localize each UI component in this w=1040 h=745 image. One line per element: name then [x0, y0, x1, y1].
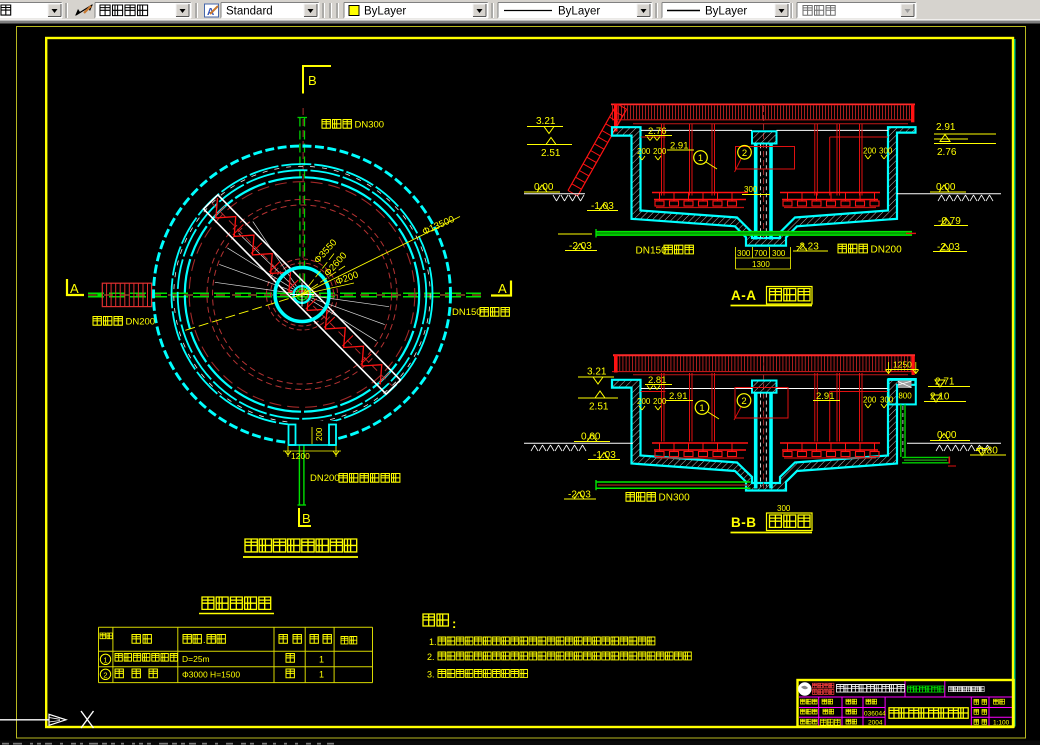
svg-text:300: 300 [737, 249, 751, 258]
svg-text:300: 300 [880, 396, 894, 405]
svg-text:DN200: DN200 [310, 473, 340, 484]
svg-text:A-A: A-A [731, 288, 757, 303]
svg-text:ByLayer: ByLayer [364, 6, 406, 18]
svg-text:200: 200 [315, 427, 324, 441]
svg-text:1: 1 [319, 670, 324, 680]
svg-text:200: 200 [653, 147, 667, 156]
svg-text:200: 200 [637, 147, 651, 156]
svg-text:800: 800 [898, 392, 912, 401]
svg-text:3.21: 3.21 [587, 367, 607, 378]
svg-text:2: 2 [103, 671, 107, 680]
svg-text:2.51: 2.51 [541, 148, 561, 159]
svg-text:Standard: Standard [226, 6, 273, 18]
svg-text:DN150: DN150 [636, 246, 668, 257]
svg-text:DN200: DN200 [126, 317, 156, 328]
svg-text:D=25m: D=25m [182, 654, 210, 664]
svg-text:300: 300 [744, 185, 758, 194]
svg-text:0.00: 0.00 [581, 432, 601, 443]
svg-text:300: 300 [772, 249, 786, 258]
svg-text:2.71: 2.71 [935, 377, 955, 388]
svg-text:.: . [203, 635, 206, 645]
svg-text:036044: 036044 [864, 711, 886, 718]
svg-text:1200: 1200 [291, 451, 310, 461]
svg-text:1300: 1300 [752, 260, 770, 269]
svg-text:1.: 1. [429, 637, 437, 647]
svg-text:3.21: 3.21 [536, 116, 556, 127]
svg-text:DN200: DN200 [871, 244, 903, 255]
svg-text:ByLayer: ByLayer [558, 6, 600, 18]
svg-text:Φ3000 H=1500: Φ3000 H=1500 [182, 670, 240, 680]
svg-text:2.91: 2.91 [936, 122, 956, 133]
svg-text:200: 200 [653, 397, 667, 406]
svg-text:B: B [302, 511, 311, 526]
svg-text:300: 300 [879, 147, 893, 156]
svg-text:B: B [308, 73, 317, 88]
svg-text:1: 1 [103, 656, 107, 665]
svg-text::: : [452, 616, 456, 631]
svg-text:200: 200 [863, 396, 877, 405]
svg-text:300: 300 [777, 504, 791, 513]
svg-text:2.51: 2.51 [589, 402, 609, 413]
svg-text:1:100: 1:100 [993, 720, 1010, 727]
svg-text:2004: 2004 [868, 720, 883, 727]
svg-text:DN150: DN150 [452, 307, 482, 318]
svg-text:200: 200 [637, 397, 651, 406]
svg-text:1: 1 [319, 655, 324, 665]
svg-text:DN300: DN300 [659, 493, 691, 504]
svg-text:A: A [70, 281, 79, 296]
svg-text:A: A [498, 281, 507, 296]
svg-text:2.: 2. [427, 652, 435, 662]
svg-text:DN300: DN300 [355, 120, 385, 131]
svg-text:3.: 3. [427, 670, 435, 680]
svg-text:B-B: B-B [731, 515, 757, 530]
svg-text:ByLayer: ByLayer [705, 6, 747, 18]
svg-text:200: 200 [863, 147, 877, 156]
svg-text:2: 2 [742, 148, 747, 159]
svg-text:700: 700 [754, 249, 768, 258]
svg-text:1: 1 [699, 403, 704, 414]
svg-text:1: 1 [698, 153, 703, 164]
svg-text:2: 2 [741, 396, 746, 407]
svg-text:1250: 1250 [893, 360, 912, 370]
svg-text:2.76: 2.76 [937, 147, 957, 158]
